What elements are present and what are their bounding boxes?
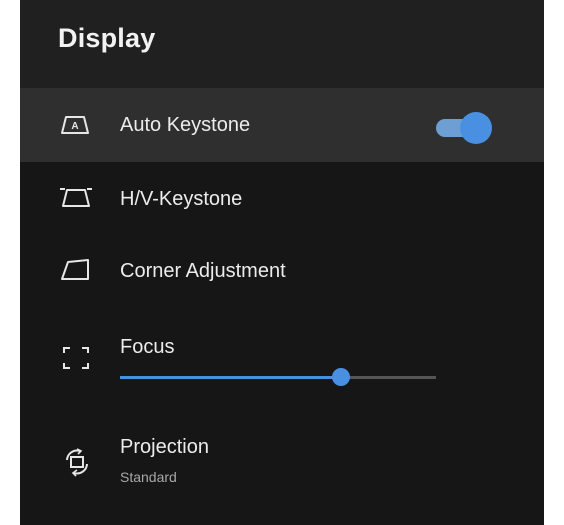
- page-title: Display: [58, 23, 156, 53]
- slider-fill: [120, 376, 342, 379]
- projection-icon: [58, 448, 96, 478]
- auto-keystone-label: Auto Keystone: [120, 114, 251, 136]
- hv-keystone-icon: [58, 184, 96, 214]
- corner-adjustment-row[interactable]: Corner Adjustment: [20, 234, 544, 308]
- focus-label: Focus: [120, 336, 175, 358]
- toggle-knob[interactable]: [460, 112, 492, 144]
- hv-keystone-row[interactable]: H/V-Keystone: [20, 162, 544, 234]
- slider-thumb[interactable]: [332, 368, 351, 386]
- focus-slider[interactable]: [120, 366, 436, 388]
- projection-label: Projection: [120, 436, 209, 458]
- settings-header: Display: [20, 0, 544, 88]
- focus-row[interactable]: Focus: [20, 308, 544, 408]
- focus-icon: [58, 344, 96, 374]
- corner-adjustment-label: Corner Adjustment: [120, 260, 286, 282]
- projection-row[interactable]: Projection Standard: [20, 408, 544, 508]
- auto-keystone-toggle[interactable]: [436, 112, 492, 144]
- auto-keystone-icon: A: [58, 112, 96, 142]
- display-settings-panel: Display A Auto Keystone H/V-Keystone Cor…: [20, 0, 544, 525]
- projection-value: Standard: [120, 469, 177, 485]
- svg-text:A: A: [71, 121, 78, 132]
- corner-adjustment-icon: [58, 256, 96, 286]
- hv-keystone-label: H/V-Keystone: [120, 188, 243, 210]
- auto-keystone-row[interactable]: A Auto Keystone: [20, 88, 544, 162]
